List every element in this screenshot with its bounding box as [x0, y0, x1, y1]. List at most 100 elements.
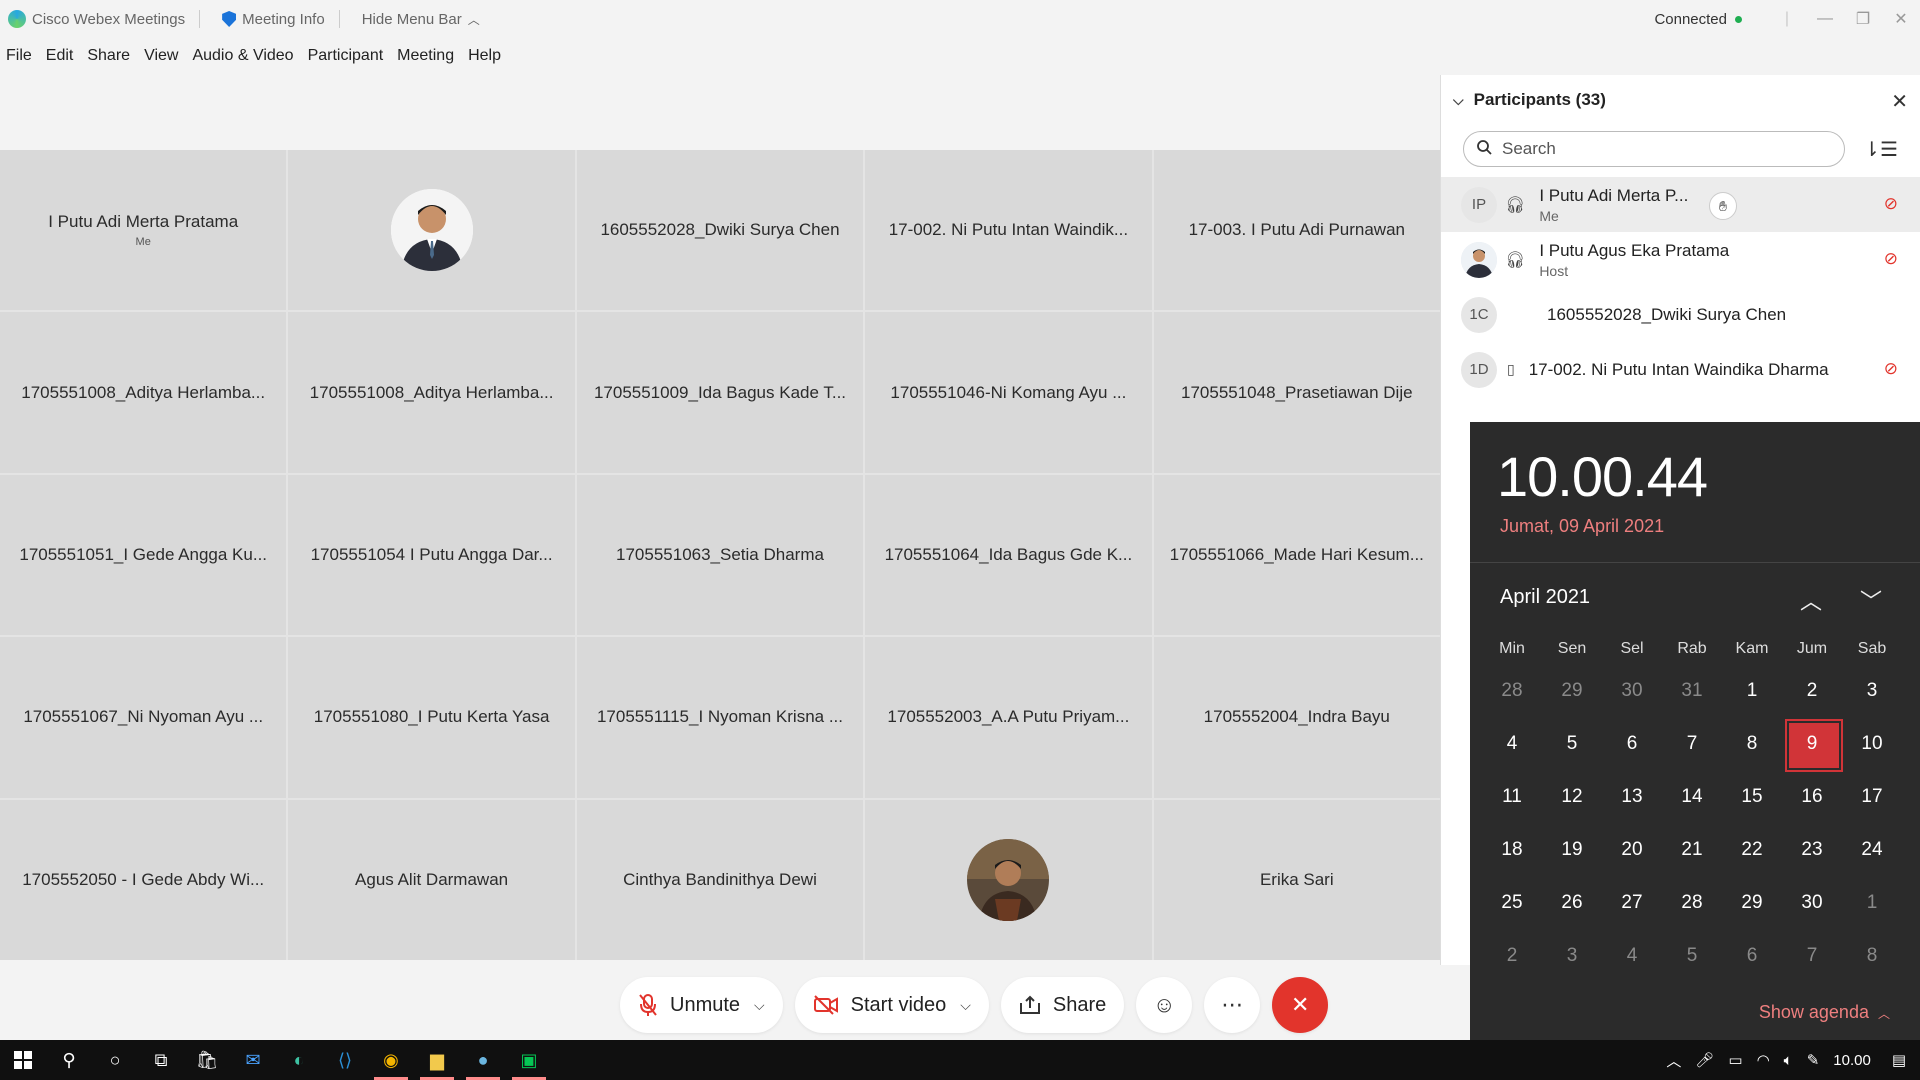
video-tile[interactable]: 1705551080_I Putu Kerta Yasa: [288, 637, 575, 798]
calendar-day[interactable]: 19: [1542, 823, 1602, 876]
clock-date[interactable]: Jumat, 09 April 2021: [1500, 516, 1664, 537]
battery-icon[interactable]: ▭: [1728, 1051, 1742, 1069]
menu-edit[interactable]: Edit: [46, 47, 74, 65]
muted-mic-icon[interactable]: ⊘: [1884, 359, 1898, 379]
close-panel-icon[interactable]: ✕: [1891, 89, 1908, 114]
volume-icon[interactable]: 🔈︎: [1784, 1052, 1793, 1069]
video-tile[interactable]: 1705551008_Aditya Herlamba...: [288, 312, 575, 473]
video-tile[interactable]: 1705551066_Made Hari Kesum...: [1153, 474, 1440, 636]
calendar-day[interactable]: 5: [1662, 929, 1722, 982]
calendar-day[interactable]: 30: [1782, 876, 1842, 929]
menu-participant[interactable]: Participant: [308, 47, 384, 65]
video-tile[interactable]: 17-003. I Putu Adi Purnawan: [1153, 150, 1440, 311]
calendar-day[interactable]: 18: [1482, 823, 1542, 876]
mail-icon[interactable]: ✉: [230, 1040, 276, 1080]
calendar-day[interactable]: 1: [1722, 664, 1782, 717]
calendar-day[interactable]: 3: [1842, 664, 1902, 717]
video-tile[interactable]: 1705551051_I Gede Angga Ku...: [0, 474, 287, 636]
menu-file[interactable]: File: [6, 47, 32, 65]
share-button[interactable]: Share: [1000, 977, 1125, 1033]
reactions-button[interactable]: ☺: [1136, 977, 1193, 1033]
chevron-up-icon[interactable]: ︿: [1666, 1050, 1681, 1071]
participant-row[interactable]: 1D ▯ 17-002. Ni Putu Intan Waindika Dhar…: [1441, 342, 1920, 397]
calendar-day[interactable]: 29: [1722, 876, 1782, 929]
calendar-day[interactable]: 14: [1662, 770, 1722, 823]
video-tile[interactable]: 1605552028_Dwiki Surya Chen: [576, 150, 864, 311]
notification-icon[interactable]: ▤: [1892, 1051, 1906, 1069]
taskbar-clock[interactable]: 10.00: [1833, 1052, 1871, 1069]
participant-row[interactable]: 1C 1605552028_Dwiki Surya Chen: [1441, 287, 1920, 342]
video-tile[interactable]: [288, 150, 575, 311]
calendar-day[interactable]: 28: [1662, 876, 1722, 929]
muted-mic-icon[interactable]: ⊘: [1884, 194, 1898, 214]
more-options-button[interactable]: ⋯: [1204, 977, 1261, 1033]
search-icon[interactable]: ⚲: [46, 1040, 92, 1080]
calendar-day[interactable]: 11: [1482, 770, 1542, 823]
video-tile[interactable]: 1705552003_A.A Putu Priyam...: [865, 637, 1152, 798]
calendar-day[interactable]: 12: [1542, 770, 1602, 823]
pen-icon[interactable]: ✎: [1807, 1051, 1820, 1069]
chevron-down-icon[interactable]: ﹀: [1860, 584, 1882, 616]
video-tile[interactable]: 17-002. Ni Putu Intan Waindik...: [865, 150, 1152, 311]
minimize-icon[interactable]: —: [1806, 10, 1844, 28]
participant-row[interactable]: 🎧︎ I Putu Agus Eka Pratama Host ⊘: [1441, 232, 1920, 287]
wifi-icon[interactable]: ◠: [1757, 1051, 1770, 1069]
close-window-icon[interactable]: ✕: [1882, 9, 1920, 29]
calendar-day[interactable]: 4: [1482, 717, 1542, 770]
show-agenda-button[interactable]: Show agenda ︿: [1759, 1002, 1890, 1023]
chevron-up-icon[interactable]: ︿: [1800, 584, 1822, 616]
calendar-day[interactable]: 20: [1602, 823, 1662, 876]
hide-menu-bar-button[interactable]: Hide Menu Bar ︿: [362, 11, 480, 28]
restore-icon[interactable]: ❐: [1844, 9, 1882, 29]
video-tile[interactable]: 1705551067_Ni Nyoman Ayu ...: [0, 637, 287, 798]
calendar-day[interactable]: 10: [1842, 717, 1902, 770]
menu-meeting[interactable]: Meeting: [397, 47, 454, 65]
calendar-day[interactable]: 17: [1842, 770, 1902, 823]
line-icon[interactable]: ▣: [506, 1040, 552, 1080]
chevron-down-icon[interactable]: ⌵: [960, 997, 971, 1014]
menu-view[interactable]: View: [144, 47, 178, 65]
video-tile[interactable]: 1705551115_I Nyoman Krisna ...: [576, 637, 864, 798]
chrome-icon[interactable]: ◉: [368, 1040, 414, 1080]
video-tile[interactable]: Cinthya Bandinithya Dewi: [576, 799, 864, 960]
menu-help[interactable]: Help: [468, 47, 501, 65]
calendar-day-today[interactable]: 9: [1782, 717, 1843, 772]
task-view-icon[interactable]: ⧉: [138, 1040, 184, 1080]
video-tile[interactable]: 1705552050 - I Gede Abdy Wi...: [0, 799, 287, 960]
calendar-day[interactable]: 1: [1842, 876, 1902, 929]
calendar-day[interactable]: 25: [1482, 876, 1542, 929]
video-tile[interactable]: 1705551046-Ni Komang Ayu ...: [865, 312, 1152, 473]
calendar-day[interactable]: 7: [1782, 929, 1842, 982]
calendar-day[interactable]: 27: [1602, 876, 1662, 929]
raise-hand-icon[interactable]: ✋︎: [1709, 192, 1737, 220]
video-tile[interactable]: 1705551008_Aditya Herlamba...: [0, 312, 287, 473]
calendar-day[interactable]: 28: [1482, 664, 1542, 717]
windows-start-icon[interactable]: [0, 1040, 46, 1080]
calendar-day[interactable]: 3: [1542, 929, 1602, 982]
menu-audio-video[interactable]: Audio & Video: [192, 47, 293, 65]
calendar-day[interactable]: 23: [1782, 823, 1842, 876]
video-tile[interactable]: Erika Sari: [1153, 799, 1440, 960]
calendar-day[interactable]: 6: [1602, 717, 1662, 770]
sort-icon[interactable]: ⇂☰: [1863, 137, 1898, 162]
video-tile[interactable]: 1705551063_Setia Dharma: [576, 474, 864, 636]
calendar-day[interactable]: 31: [1662, 664, 1722, 717]
file-explorer-icon[interactable]: ▆: [414, 1040, 460, 1080]
menu-share[interactable]: Share: [87, 47, 130, 65]
calendar-day[interactable]: 4: [1602, 929, 1662, 982]
start-video-button[interactable]: Start video ⌵: [794, 977, 989, 1033]
webex-icon[interactable]: ●: [460, 1040, 506, 1080]
video-tile[interactable]: 1705552004_Indra Bayu: [1153, 637, 1440, 798]
calendar-day[interactable]: 29: [1542, 664, 1602, 717]
calendar-day[interactable]: 24: [1842, 823, 1902, 876]
video-tile[interactable]: 1705551064_Ida Bagus Gde K...: [865, 474, 1152, 636]
muted-mic-icon[interactable]: ⊘: [1884, 249, 1898, 269]
calendar-day[interactable]: 8: [1722, 717, 1782, 770]
chevron-down-icon[interactable]: ⌵: [754, 997, 765, 1014]
calendar-day[interactable]: 26: [1542, 876, 1602, 929]
calendar-day[interactable]: 30: [1602, 664, 1662, 717]
calendar-day[interactable]: 5: [1542, 717, 1602, 770]
leave-meeting-button[interactable]: ✕: [1272, 977, 1329, 1033]
calendar-day[interactable]: 22: [1722, 823, 1782, 876]
calendar-day[interactable]: 8: [1842, 929, 1902, 982]
